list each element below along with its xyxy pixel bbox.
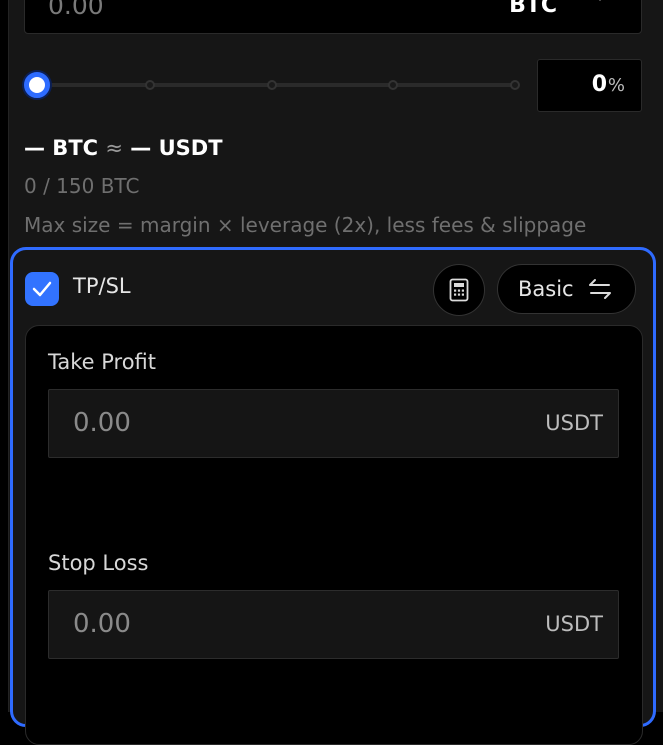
take-profit-input[interactable]: 0.00 USDT bbox=[48, 389, 619, 458]
tpsl-fields-container: Take Profit 0.00 USDT Stop Loss 0.00 USD… bbox=[25, 325, 643, 745]
calculator-button[interactable] bbox=[433, 264, 485, 316]
stop-loss-label: Stop Loss bbox=[48, 551, 149, 575]
slider-stop-75[interactable] bbox=[388, 80, 398, 90]
percent-unit: % bbox=[607, 75, 625, 96]
slider-thumb[interactable] bbox=[24, 72, 50, 98]
size-info: 0 / 150 BTC bbox=[24, 174, 140, 198]
stop-loss-unit: USDT bbox=[545, 612, 603, 636]
max-size-info: Max size = margin × leverage (2x), less … bbox=[24, 213, 587, 237]
tpsl-label: TP/SL bbox=[73, 274, 131, 298]
slider-stop-25[interactable] bbox=[145, 80, 155, 90]
slider-stop-100[interactable] bbox=[510, 80, 520, 90]
stop-loss-input[interactable]: 0.00 USDT bbox=[48, 590, 619, 659]
estimate-usdt: — USDT bbox=[130, 136, 223, 160]
amount-input[interactable]: 0.00 BTC bbox=[24, 0, 642, 34]
order-estimate: — BTC ≈ — USDT bbox=[24, 136, 223, 160]
percent-value[interactable]: 0 bbox=[592, 72, 607, 97]
mode-label: Basic bbox=[518, 277, 574, 301]
estimate-btc: — BTC bbox=[24, 136, 99, 160]
take-profit-unit: USDT bbox=[545, 411, 603, 435]
chevron-down-icon[interactable] bbox=[593, 0, 607, 5]
check-icon bbox=[32, 281, 52, 297]
take-profit-value[interactable]: 0.00 bbox=[73, 408, 131, 438]
take-profit-label: Take Profit bbox=[48, 350, 157, 374]
stop-loss-value[interactable]: 0.00 bbox=[73, 609, 131, 639]
approx-sign: ≈ bbox=[105, 136, 123, 160]
calculator-icon bbox=[449, 278, 469, 302]
size-slider[interactable] bbox=[24, 70, 522, 100]
swap-arrows-icon bbox=[589, 279, 611, 299]
tpsl-checkbox[interactable] bbox=[25, 272, 59, 306]
mode-toggle-button[interactable]: Basic bbox=[497, 264, 636, 314]
percent-input[interactable]: 0 % bbox=[537, 59, 642, 112]
slider-stop-50[interactable] bbox=[267, 80, 277, 90]
currency-select[interactable]: BTC bbox=[509, 0, 557, 18]
tpsl-card: TP/SL Basic Take Profit 0.00 USDT Stop L… bbox=[10, 247, 656, 745]
amount-value[interactable]: 0.00 bbox=[48, 0, 104, 20]
